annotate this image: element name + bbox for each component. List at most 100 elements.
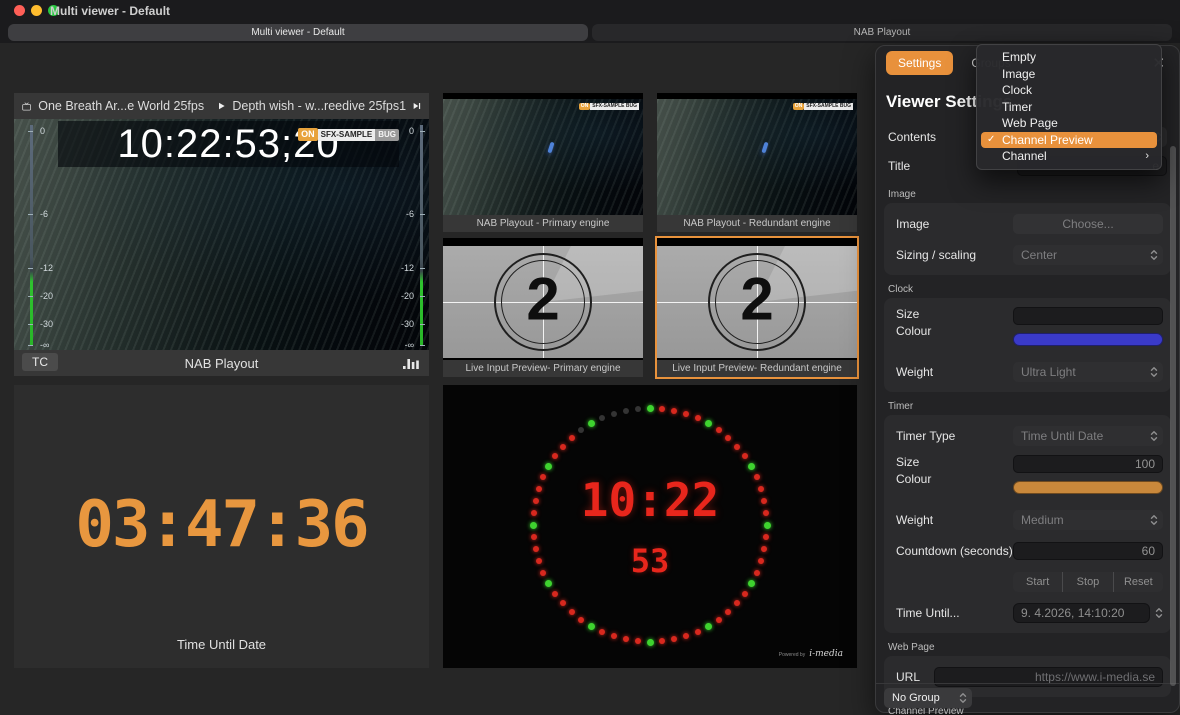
preview-tile-redundant-engine[interactable]: ON SFX-SAMPLE BUG NAB Playout - Redundan… [657,93,857,232]
reset-button[interactable]: Reset [1113,572,1163,592]
viewer-tab-bar: Multi viewer - Default NAB Playout [0,22,1180,43]
live-input-tile-primary[interactable]: 2 Live Input Preview- Primary engine [443,238,643,377]
meter-tick [420,131,425,132]
countdown-seconds-field[interactable]: 60 [1013,542,1163,560]
led-dot [635,406,641,412]
countdown-number: 2 [657,265,857,334]
main-video-area[interactable]: 10:22:53;20 ON SFX-SAMPLE BUG 0-6-12-20-… [14,119,429,350]
submenu-chevron-icon: › [1145,150,1149,162]
clock-size-field[interactable] [1013,307,1163,325]
clock-weight-popup[interactable]: Ultra Light [1013,362,1163,382]
playout-header: One Breath Ar...e World 25fps Depth wish… [14,93,429,119]
timer-weight-popup[interactable]: Medium [1013,510,1163,530]
led-dot [578,617,584,623]
sizing-label: Sizing / scaling [896,248,1013,262]
url-placeholder: https://www.i-media.se [1035,670,1155,684]
sizing-popup[interactable]: Center [1013,245,1163,265]
led-dot [695,629,701,635]
choose-image-button[interactable]: Choose... [1013,214,1163,234]
led-dot [716,617,722,623]
underwater-video-frame [657,99,857,215]
led-dot [748,463,755,470]
menu-item-channel[interactable]: Channel › [981,148,1157,165]
meter-tick-label: -6 [40,209,48,219]
audio-levels-icon[interactable] [403,356,419,369]
led-dot [725,609,731,615]
countdown-timer-value: 03:47:36 [14,488,429,562]
led-dot [683,411,689,417]
scrollbar-thumb[interactable] [1170,146,1176,686]
clock-colour-swatch[interactable] [1013,333,1163,346]
menu-item-clock[interactable]: Clock [981,82,1157,99]
preview-video-primary: ON SFX-SAMPLE BUG [443,93,643,215]
now-playing-title: One Breath Ar...e World 25fps [38,99,204,113]
sfx-sample-badge: SFX-SAMPLE BUG [590,103,639,110]
minimize-traffic-light[interactable] [31,5,42,16]
audio-meter-right: 0-6-12-20-30-∞ [395,119,429,350]
timer-size-field[interactable]: 100 [1013,455,1163,473]
timer-colour-swatch[interactable] [1013,481,1163,494]
sample-bug-badge: ON SFX-SAMPLE BUG [579,103,639,110]
sfx-sample-badge: SFX-SAMPLE BUG [804,103,853,110]
clock-tile[interactable]: 10:22 53 Powered by i-media [443,385,857,668]
timer-tile[interactable]: 03:47:36 Time Until Date [14,385,429,668]
tc-toggle-button[interactable]: TC [22,353,58,371]
meter-tick [420,296,425,297]
film-leader-frame: 2 [443,246,643,358]
timer-type-popup[interactable]: Time Until Date [1013,426,1163,446]
clock-weight-label: Weight [896,365,1013,379]
underwater-video-frame [443,99,643,215]
skip-to-end-icon[interactable] [413,100,421,112]
led-dot [763,534,769,540]
meter-tick-label: -30 [40,319,53,329]
channel-name: NAB Playout [185,356,259,371]
section-header-image: Image [876,180,1179,203]
menu-item-timer[interactable]: Timer [981,99,1157,116]
clock-size-label: Size [896,307,1013,321]
date-stepper[interactable] [1155,606,1163,620]
meter-tick [28,324,33,325]
meter-tick-label: -12 [401,263,414,273]
tab-settings[interactable]: Settings [886,51,953,75]
led-dot [695,415,701,421]
meter-tick-label: -20 [401,291,414,301]
sample-bug-badge: ON SFX-SAMPLE BUG [298,128,399,141]
led-dot [705,420,712,427]
led-dot [742,453,748,459]
preview-video-redundant: ON SFX-SAMPLE BUG [657,93,857,215]
led-dot [635,638,641,644]
film-leader-frame: 2 [657,246,857,358]
time-until-field[interactable]: 9. 4.2026, 14:10:20 [1013,603,1150,623]
countdown-video-redundant: 2 [657,238,857,360]
audio-meter-left-bar [30,125,33,346]
timer-control-segmented: Start Stop Reset [1013,572,1163,592]
sfx-sample-badge: SFX-SAMPLE [318,129,376,141]
stop-button[interactable]: Stop [1062,572,1112,592]
countdown-video-primary: 2 [443,238,643,360]
menu-item-image[interactable]: Image [981,66,1157,83]
menu-item-empty[interactable]: Empty [981,49,1157,66]
live-input-tile-redundant-selected[interactable]: 2 Live Input Preview- Redundant engine [657,238,857,377]
tab-nab-playout[interactable]: NAB Playout [592,24,1172,41]
meter-tick [28,345,33,346]
meter-tick-label: 0 [40,126,45,136]
led-dot [599,629,605,635]
menu-item-web-page[interactable]: Web Page [981,115,1157,132]
countdown-seconds-label: Countdown (seconds) [896,544,1013,558]
close-traffic-light[interactable] [14,5,25,16]
audio-meter-left: 0-6-12-20-30-∞ [20,119,54,350]
preview-tile-primary-engine[interactable]: ON SFX-SAMPLE BUG NAB Playout - Primary … [443,93,643,232]
stepper-icon [959,692,967,704]
start-button[interactable]: Start [1013,572,1062,592]
menu-item-channel-preview[interactable]: ✓ Channel Preview [981,132,1157,149]
meter-tick-label: -20 [40,291,53,301]
playout-footer: TC NAB Playout [14,350,429,376]
main-viewer-panel[interactable]: One Breath Ar...e World 25fps Depth wish… [14,93,429,376]
tab-multi-viewer-default[interactable]: Multi viewer - Default [8,24,588,41]
timer-section: Timer Type Time Until Date Size Colour 1… [884,415,1171,633]
play-icon[interactable] [218,100,225,112]
meter-tick [420,214,425,215]
group-popup[interactable]: No Group [884,688,972,708]
stepper-icon [1150,430,1158,442]
next-item-title: Depth wish - w...reedive 25fps1 [232,99,406,113]
